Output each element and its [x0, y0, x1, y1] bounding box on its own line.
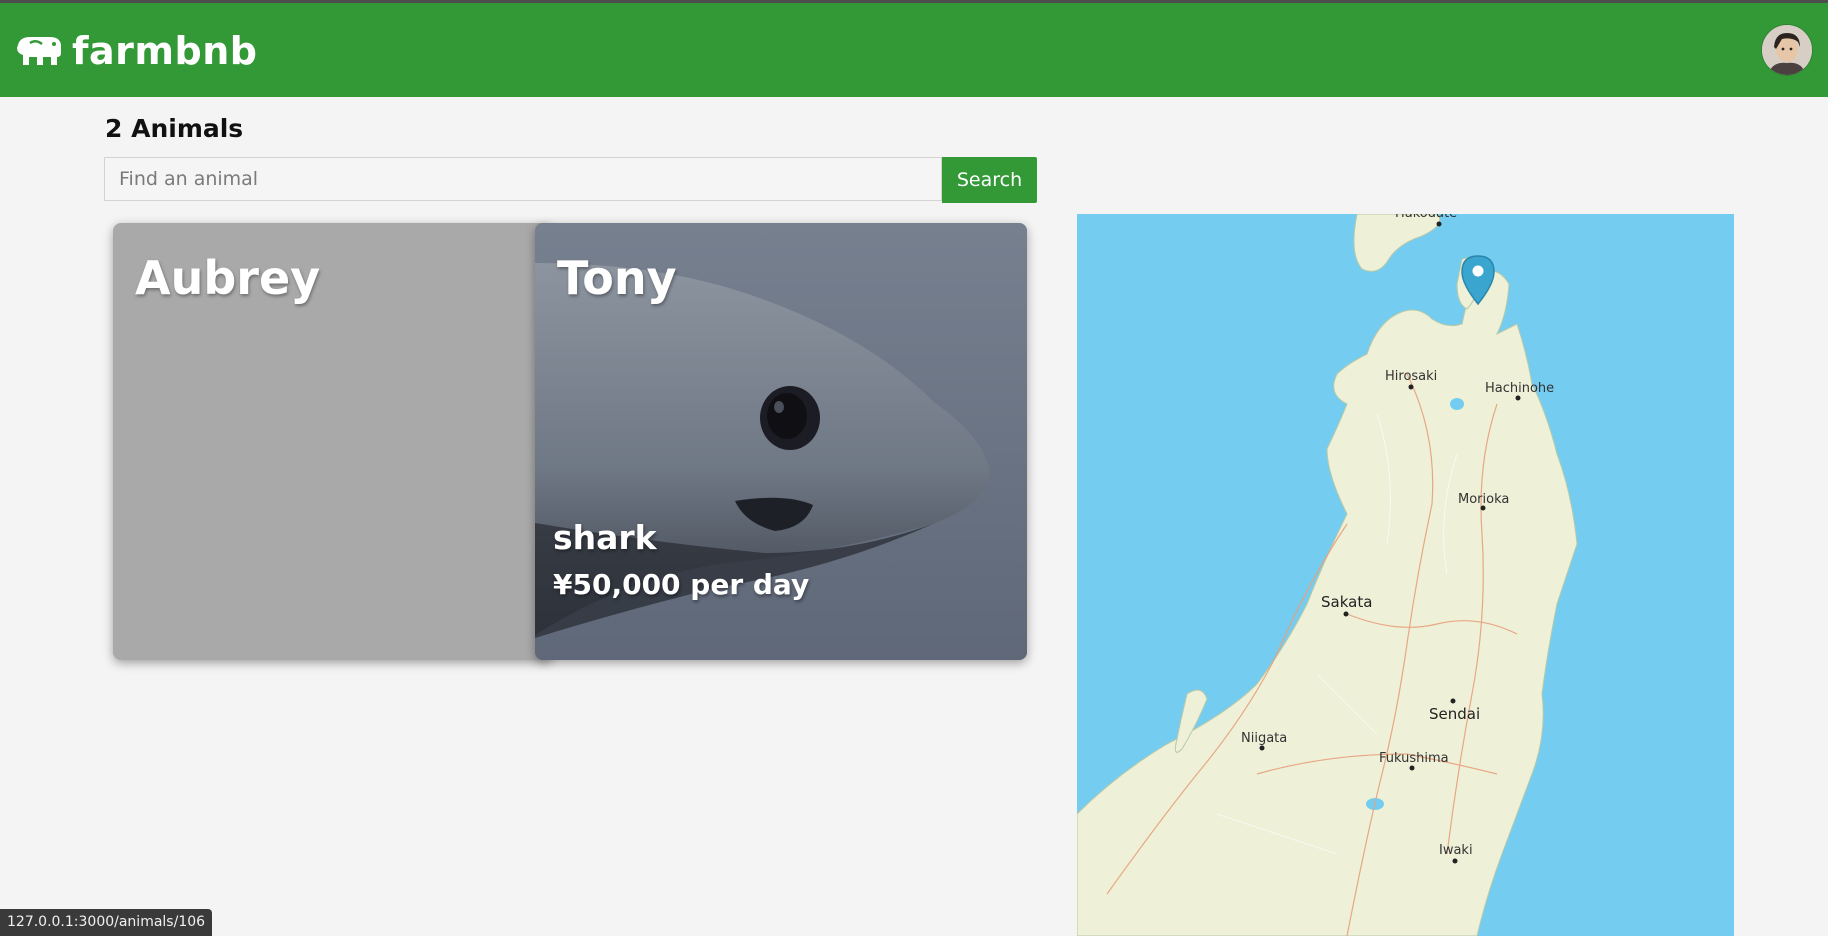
animal-name: Tony — [557, 251, 677, 305]
city-sakata: Sakata — [1321, 593, 1372, 611]
animal-card-tony[interactable]: Tony shark ¥50,000 per day — [535, 223, 1027, 660]
brand-link[interactable]: farmbnb — [14, 29, 257, 73]
city-morioka: Morioka — [1458, 492, 1509, 507]
map[interactable]: Hakodate Hirosaki Hachinohe Morioka Saka… — [1077, 214, 1734, 936]
search-input[interactable] — [104, 157, 942, 201]
animal-price: ¥50,000 per day — [553, 568, 810, 601]
city-fukushima: Fukushima — [1379, 751, 1449, 766]
city-hirosaki: Hirosaki — [1385, 369, 1437, 384]
city-iwaki: Iwaki — [1439, 843, 1473, 858]
results-count: 2 Animals — [105, 114, 244, 143]
cow-icon — [17, 37, 61, 65]
search-button[interactable]: Search — [942, 157, 1037, 203]
navbar: farmbnb — [0, 3, 1828, 97]
animal-name: Aubrey — [135, 251, 321, 305]
avatar-photo — [1762, 25, 1812, 75]
user-avatar[interactable] — [1762, 25, 1812, 75]
status-bar-url: 127.0.0.1:3000/animals/106 — [0, 909, 213, 936]
city-hachinohe: Hachinohe — [1485, 381, 1554, 396]
animal-card-aubrey[interactable]: Aubrey — [113, 223, 553, 660]
city-niigata: Niigata — [1241, 731, 1287, 746]
city-hakodate: Hakodate — [1395, 214, 1457, 221]
brand-name: farmbnb — [72, 29, 258, 73]
city-sendai: Sendai — [1429, 705, 1480, 723]
map-canvas: Hakodate Hirosaki Hachinohe Morioka Saka… — [1077, 214, 1734, 936]
animal-species: shark — [553, 518, 657, 557]
